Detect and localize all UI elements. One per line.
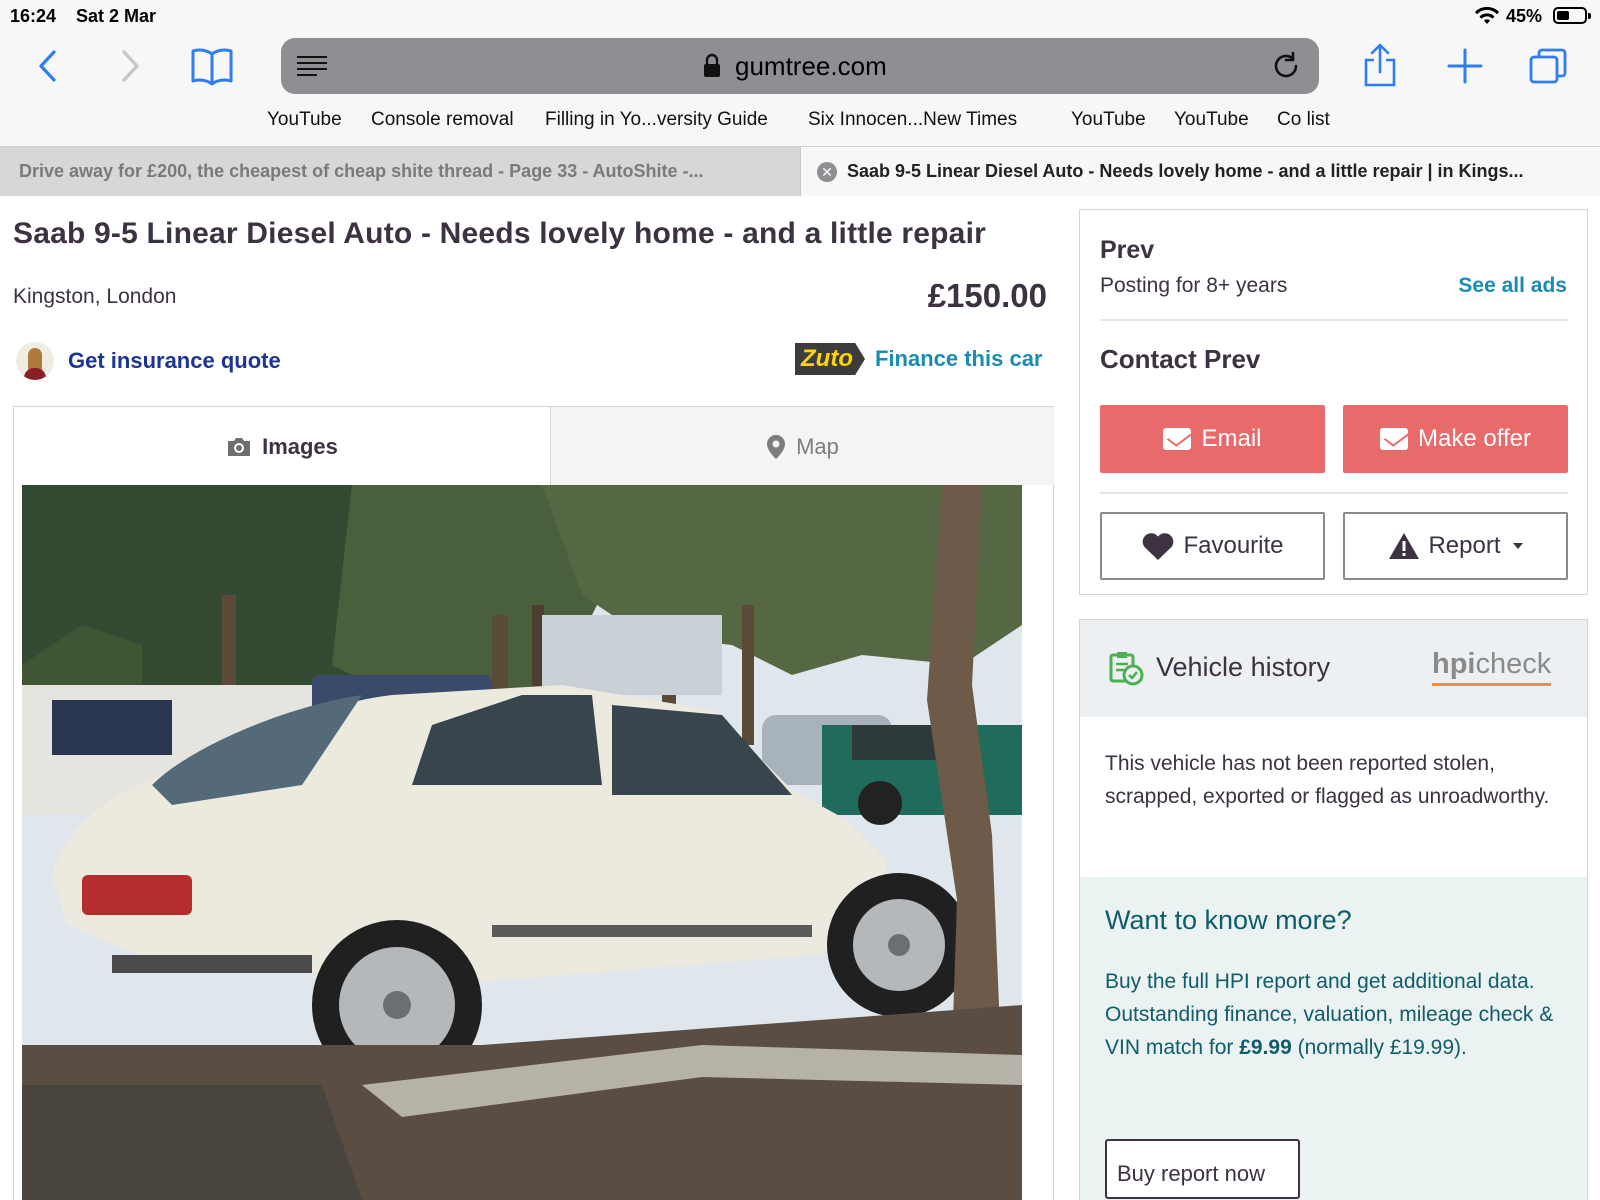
favourites-bar: YouTube Console removal Filling in Yo...… [0,106,1600,136]
email-button-label: Email [1201,425,1262,452]
media-tabs: Images Map [13,406,1054,486]
status-date: Sat 2 Mar [76,6,157,26]
image-gallery[interactable] [13,485,1054,1200]
tab-title: Drive away for £200, the cheapest of che… [19,161,704,181]
clipboard-check-icon [1108,650,1144,691]
want-more-title: Want to know more? [1105,905,1352,935]
seller-posting-duration: Posting for 8+ years [1100,274,1288,297]
contact-title: Contact Prev [1100,344,1261,374]
browser-chrome: 16:24 Sat 2 Mar 45% gumtree.com YouTube … [0,0,1600,146]
reload-icon[interactable] [1271,51,1301,86]
vehicle-history-header: Vehicle history hpicheck [1080,620,1587,717]
make-offer-button[interactable]: Make offer [1343,405,1568,473]
vehicle-history-card: Vehicle history hpicheck This vehicle ha… [1079,619,1588,1200]
browser-tab-inactive[interactable]: Drive away for £200, the cheapest of che… [0,147,800,196]
meerkat-avatar-icon [16,342,54,380]
ad-price: £150.00 [927,277,1047,314]
page-content: Saab 9-5 Linear Diesel Auto - Needs love… [0,197,1600,1200]
tab-strip: Drive away for £200, the cheapest of che… [0,146,1600,196]
vehicle-history-status: This vehicle has not been reported stole… [1080,717,1587,877]
ad-location: Kingston, London [13,285,177,308]
camera-icon [226,436,252,458]
reader-view-icon[interactable] [295,52,329,85]
forward-button[interactable] [110,44,150,88]
seller-name: Prev [1100,236,1155,264]
report-button[interactable]: Report [1343,512,1568,580]
tab-images-label: Images [262,433,338,459]
plus-icon [1447,48,1483,84]
seller-card: Prev Posting for 8+ years See all ads Co… [1079,209,1588,595]
wifi-icon [1474,6,1500,31]
status-bar: 16:24 Sat 2 Mar 45% [0,0,1600,32]
tabs-icon [1529,48,1567,84]
back-button[interactable] [28,44,68,88]
zuto-logo: Zuto [795,343,865,375]
tab-title: Saab 9-5 Linear Diesel Auto - Needs love… [847,161,1524,181]
url-host: gumtree.com [735,51,887,81]
favourite-button[interactable]: Favourite [1100,512,1325,580]
favourite-link[interactable]: Co list [1277,109,1330,131]
favourite-link[interactable]: Console removal [371,109,514,131]
new-tab-button[interactable] [1443,44,1487,88]
hpi-price: £9.99 [1239,1036,1292,1059]
close-tab-icon[interactable]: ✕ [817,162,837,182]
envelope-icon [1380,428,1409,450]
favourite-link[interactable]: Six Innocen...New Times [808,109,1017,131]
hpi-upsell-panel: Want to know more? Buy the full HPI repo… [1080,877,1587,1200]
insurance-quote-link[interactable]: Get insurance quote [16,341,281,381]
see-all-ads-link[interactable]: See all ads [1458,274,1567,298]
hpi-upsell-text: Buy the full HPI report and get addition… [1105,970,1554,1059]
browser-tab-active[interactable]: ✕ Saab 9-5 Linear Diesel Auto - Needs lo… [800,147,1600,196]
battery-icon [1553,7,1591,24]
favourite-link[interactable]: YouTube [267,109,342,131]
tab-map-label: Map [796,433,839,459]
ad-title: Saab 9-5 Linear Diesel Auto - Needs love… [13,217,986,250]
email-button[interactable]: Email [1100,405,1325,473]
share-button[interactable] [1360,40,1400,90]
chevron-left-icon [39,50,56,82]
make-offer-button-label: Make offer [1418,425,1531,452]
envelope-icon [1163,428,1192,450]
book-icon [191,48,233,86]
car-photo[interactable] [22,485,1022,1200]
bookmarks-button[interactable] [188,44,236,88]
divider [1100,492,1568,494]
report-button-label: Report [1428,532,1501,559]
favourite-button-label: Favourite [1183,532,1284,559]
heart-icon [1141,531,1175,561]
share-icon [1364,43,1396,87]
tab-images[interactable]: Images [14,407,551,486]
map-pin-icon [766,434,786,460]
status-time: 16:24 [10,6,57,26]
hpi-check-logo: hpicheck [1432,648,1552,686]
favourite-link[interactable]: YouTube [1071,109,1146,131]
favourite-link[interactable]: YouTube [1174,109,1249,131]
finance-link-label[interactable]: Finance this car [875,346,1043,372]
vehicle-history-title: Vehicle history [1156,652,1331,682]
battery-percent: 45% [1506,6,1543,26]
address-bar[interactable]: gumtree.com [281,38,1319,94]
insurance-link-label[interactable]: Get insurance quote [68,348,281,374]
chevron-right-icon [122,50,139,82]
finance-link[interactable]: Zuto Finance this car [795,341,1043,377]
favourite-link[interactable]: Filling in Yo...versity Guide [545,109,768,131]
tab-overview-button[interactable] [1526,44,1570,88]
buy-report-label: Buy report now [1117,1161,1265,1186]
vehicle-status-text: This vehicle has not been reported stole… [1105,752,1550,808]
tab-map[interactable]: Map [551,407,1054,486]
caret-down-icon [1512,543,1523,549]
warning-icon [1388,532,1420,560]
buy-report-button[interactable]: Buy report now [1105,1139,1300,1199]
lock-icon [703,53,721,84]
divider [1100,319,1568,321]
